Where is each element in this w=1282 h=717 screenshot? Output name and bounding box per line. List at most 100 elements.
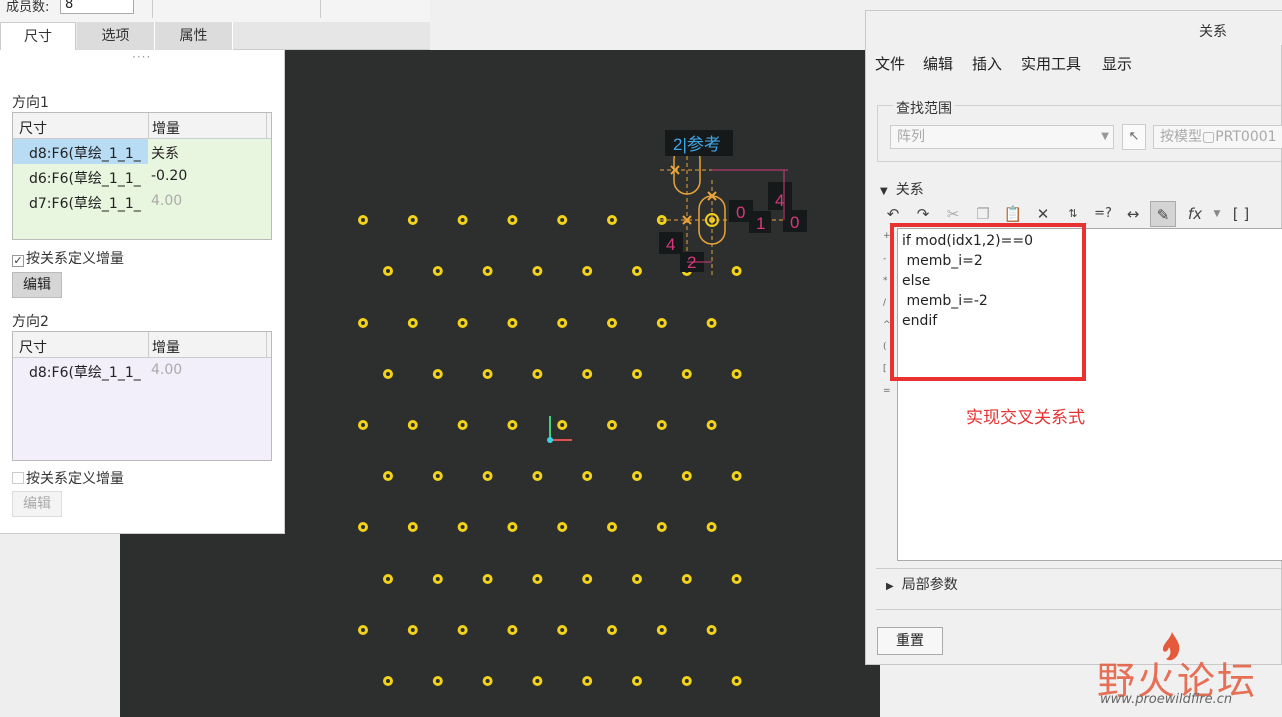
pattern-dot-hole [485, 269, 490, 273]
pattern-dot-hole [510, 525, 515, 529]
row-increment[interactable]: 关系 [151, 143, 179, 163]
pattern-dot-hole [460, 628, 465, 632]
direction1-table: 尺寸 增量 d8:F6(草绘_1_1_ 关系 d6:F6(草绘_1_1_ -0.… [12, 112, 272, 240]
gutter-mark: / [883, 298, 887, 308]
menu-edit[interactable]: 编辑 [923, 53, 953, 74]
pattern-dot-hole [635, 474, 639, 478]
relations-section-header[interactable]: ▼ 关系 [880, 179, 924, 199]
pattern-dot-hole [410, 525, 415, 529]
select-cursor-icon[interactable]: ↖ [1122, 124, 1146, 150]
tab-options[interactable]: 选项 [77, 22, 155, 50]
pattern-dot-hole [734, 679, 739, 683]
relation-increment-checkbox-1[interactable]: ✓ 按关系定义增量 [12, 248, 124, 268]
pattern-dot-hole [361, 525, 365, 529]
local-params-header[interactable]: ▶ 局部参数 [886, 574, 958, 594]
pattern-dot-hole [361, 628, 365, 632]
dimension-value: 0 [736, 203, 745, 222]
section-label: 关系 [895, 182, 924, 198]
dimensions-panel: ···· 方向1 尺寸 增量 d8:F6(草绘_1_1_ 关系 d6:F6(草绘… [0, 50, 285, 534]
pattern-dot-hole [734, 269, 739, 273]
pattern-dot-hole [635, 577, 639, 581]
triangle-right-icon: ▶ [886, 581, 894, 592]
pattern-dot-hole [535, 474, 540, 478]
separator [152, 0, 153, 18]
edit-mode-icon[interactable]: ✎ [1150, 201, 1176, 227]
pattern-dot-hole [485, 577, 490, 581]
table-row[interactable]: d8:F6(草绘_1_1_ 关系 [13, 139, 271, 164]
scope-select: 阵列 ▼ [890, 125, 1114, 149]
pattern-dot-hole [535, 372, 540, 376]
dimension-icon[interactable]: ↔ [1120, 201, 1146, 227]
pattern-dot-hole [635, 269, 639, 273]
pattern-dot-hole [610, 423, 614, 427]
checkbox-checked-icon[interactable]: ✓ [12, 255, 24, 267]
pattern-dot-hole [510, 628, 515, 632]
menu-utilities[interactable]: 实用工具 [1021, 53, 1081, 74]
table-row[interactable]: d8:F6(草绘_1_1_ 4.00 [13, 358, 271, 383]
checkbox-unchecked-icon[interactable] [12, 472, 24, 484]
col-dimension: 尺寸 [19, 121, 47, 137]
edit-button-1[interactable]: 编辑 [12, 272, 62, 298]
menu-insert[interactable]: 插入 [972, 53, 1002, 74]
row-dimension: d7:F6(草绘_1_1_ [29, 196, 141, 212]
separator [320, 0, 321, 18]
relation-increment-checkbox-2[interactable]: 按关系定义增量 [12, 468, 124, 488]
dialog-titlebar[interactable]: 关系 [866, 11, 1282, 45]
pattern-dot-hole [361, 321, 365, 325]
dimension-value: 0 [790, 213, 799, 232]
highlight-box [890, 223, 1086, 381]
pattern-dot-hole [585, 474, 590, 478]
row-dimension: d6:F6(草绘_1_1_ [29, 171, 141, 187]
pattern-dot-hole [535, 269, 540, 273]
pattern-dot-hole [560, 628, 565, 632]
scope-value: 阵列 [897, 129, 925, 145]
pattern-dot-hole [709, 628, 714, 632]
table-header: 尺寸 增量 [13, 113, 271, 139]
verify-icon[interactable]: =? [1090, 201, 1116, 227]
menu-display[interactable]: 显示 [1102, 53, 1132, 74]
pattern-dot-hole [510, 423, 515, 427]
pattern-dot-hole [361, 423, 365, 427]
pattern-dot-hole [560, 423, 565, 427]
direction1-title: 方向1 [12, 95, 49, 111]
menu-file[interactable]: 文件 [875, 53, 905, 74]
pattern-dot-hole [659, 321, 664, 325]
row-increment: 4.00 [151, 362, 183, 378]
pattern-dot-hole [435, 269, 440, 273]
divider [876, 609, 1282, 610]
pattern-dot-hole [460, 423, 465, 427]
table-row[interactable]: d6:F6(草绘_1_1_ -0.20 [13, 164, 271, 189]
member-count-label: 成员数: [6, 0, 50, 15]
member-count-input[interactable]: 8 [60, 0, 134, 14]
pattern-dot-hole [585, 679, 590, 683]
col-increment: 增量 [152, 340, 180, 356]
reset-button[interactable]: 重置 [877, 627, 943, 655]
divider [876, 568, 1282, 569]
pattern-dot-hole [709, 321, 714, 325]
pattern-dot-hole [734, 474, 739, 478]
pattern-dot-hole [659, 628, 664, 632]
col-increment: 增量 [152, 121, 180, 137]
panel-grip[interactable]: ···· [132, 50, 151, 64]
pattern-dot-hole [734, 372, 739, 376]
pattern-dot-hole [610, 628, 614, 632]
tab-dimensions[interactable]: 尺寸 [0, 22, 76, 50]
brackets-icon[interactable]: [ ] [1228, 201, 1254, 227]
tab-bar: 尺寸 选项 属性 [0, 22, 430, 50]
table-row[interactable]: d7:F6(草绘_1_1_ 4.00 [13, 189, 271, 214]
pattern-dot-hole [585, 372, 590, 376]
pattern-dot-hole [560, 321, 565, 325]
triangle-down-icon: ▼ [880, 186, 888, 197]
tab-properties[interactable]: 属性 [155, 22, 233, 50]
pattern-dot-hole [510, 218, 515, 222]
pattern-dot-hole [635, 372, 639, 376]
pattern-dot-hole [460, 525, 465, 529]
pattern-dot-hole [684, 372, 689, 376]
pattern-dot-hole [659, 525, 664, 529]
col-dimension: 尺寸 [19, 340, 47, 356]
pattern-dot-hole [435, 577, 440, 581]
chevron-down-icon[interactable]: ▼ [1204, 201, 1230, 227]
row-increment[interactable]: -0.20 [151, 168, 187, 184]
row-dimension: d8:F6(草绘_1_1_ [29, 146, 141, 162]
dimension-value: 1 [756, 214, 765, 233]
